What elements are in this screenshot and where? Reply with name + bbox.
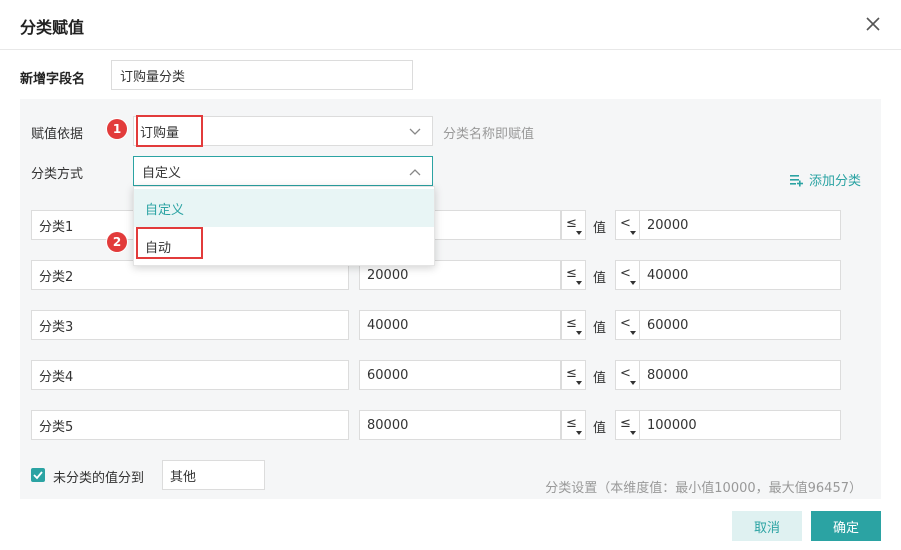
field-name-label: 新增字段名 xyxy=(20,72,86,87)
caret-down-icon xyxy=(576,381,582,385)
min-operator-select[interactable]: ≤ xyxy=(561,410,586,440)
max-operator-select[interactable]: < xyxy=(615,310,640,340)
value-label: 值 xyxy=(593,271,607,286)
min-operator-select[interactable]: ≤ xyxy=(561,260,586,290)
category-min-input[interactable]: 80000 xyxy=(359,410,561,440)
caret-down-icon xyxy=(630,231,636,235)
basis-hint: 分类名称即赋值 xyxy=(443,127,535,142)
max-operator-select[interactable]: ≤ xyxy=(615,410,640,440)
cancel-button[interactable]: 取消 xyxy=(732,511,802,541)
min-operator-select[interactable]: ≤ xyxy=(561,310,586,340)
chevron-down-icon xyxy=(409,128,421,135)
caret-down-icon xyxy=(576,231,582,235)
min-operator-select[interactable]: ≤ xyxy=(561,360,586,390)
caret-down-icon xyxy=(630,431,636,435)
step-marker-1: 1 xyxy=(107,119,127,139)
category-name-input[interactable]: 分类4 xyxy=(31,360,349,390)
dialog-header: 分类赋值 xyxy=(0,0,901,50)
min-operator-symbol: ≤ xyxy=(566,216,577,231)
add-category-button[interactable]: 添加分类 xyxy=(789,170,861,189)
highlight-box-basis xyxy=(136,115,203,147)
add-category-label: 添加分类 xyxy=(809,174,862,189)
unclassified-label: 未分类的值分到 xyxy=(53,471,145,486)
category-max-input[interactable]: 80000 xyxy=(639,360,841,390)
category-min-input[interactable]: 60000 xyxy=(359,360,561,390)
unclassified-input[interactable]: 其他 xyxy=(162,460,265,490)
category-max-input[interactable]: 60000 xyxy=(639,310,841,340)
check-icon xyxy=(33,471,43,480)
category-name-input[interactable]: 分类5 xyxy=(31,410,349,440)
method-value: 自定义 xyxy=(142,165,182,181)
unclassified-checkbox[interactable] xyxy=(31,468,45,482)
value-label: 值 xyxy=(593,321,607,336)
method-label: 分类方式 xyxy=(31,167,84,182)
min-operator-select[interactable]: ≤ xyxy=(561,210,586,240)
max-operator-symbol: < xyxy=(620,266,631,281)
caret-down-icon xyxy=(630,281,636,285)
ok-button[interactable]: 确定 xyxy=(811,511,881,541)
min-operator-symbol: ≤ xyxy=(566,416,577,431)
caret-down-icon xyxy=(576,331,582,335)
max-operator-symbol: < xyxy=(620,216,631,231)
method-select[interactable]: 自定义 xyxy=(133,156,433,186)
footnote-text: 分类设置（本维度值：最小值10000，最大值96457） xyxy=(545,481,862,496)
value-label: 值 xyxy=(593,221,607,236)
dialog-title: 分类赋值 xyxy=(20,18,85,37)
max-operator-symbol: < xyxy=(620,366,631,381)
min-operator-symbol: ≤ xyxy=(566,316,577,331)
min-operator-symbol: ≤ xyxy=(566,266,577,281)
max-operator-select[interactable]: < xyxy=(615,260,640,290)
max-operator-symbol: < xyxy=(620,316,631,331)
category-max-input[interactable]: 40000 xyxy=(639,260,841,290)
close-icon[interactable] xyxy=(863,14,883,34)
field-name-input[interactable]: 订购量分类 xyxy=(111,60,413,90)
category-max-input[interactable]: 20000 xyxy=(639,210,841,240)
highlight-box-auto xyxy=(136,227,203,259)
caret-down-icon xyxy=(630,381,636,385)
step-marker-2: 2 xyxy=(107,232,127,252)
category-name-input[interactable]: 分类3 xyxy=(31,310,349,340)
category-min-input[interactable]: 40000 xyxy=(359,310,561,340)
chevron-up-icon xyxy=(409,169,421,176)
caret-down-icon xyxy=(576,281,582,285)
add-list-icon xyxy=(790,174,803,186)
value-label: 值 xyxy=(593,421,607,436)
max-operator-select[interactable]: < xyxy=(615,360,640,390)
max-operator-symbol: ≤ xyxy=(620,416,631,431)
min-operator-symbol: ≤ xyxy=(566,366,577,381)
dropdown-option-custom[interactable]: 自定义 xyxy=(134,189,434,227)
caret-down-icon xyxy=(630,331,636,335)
category-max-input[interactable]: 100000 xyxy=(639,410,841,440)
basis-label: 赋值依据 xyxy=(31,127,84,142)
value-label: 值 xyxy=(593,371,607,386)
caret-down-icon xyxy=(576,431,582,435)
max-operator-select[interactable]: < xyxy=(615,210,640,240)
